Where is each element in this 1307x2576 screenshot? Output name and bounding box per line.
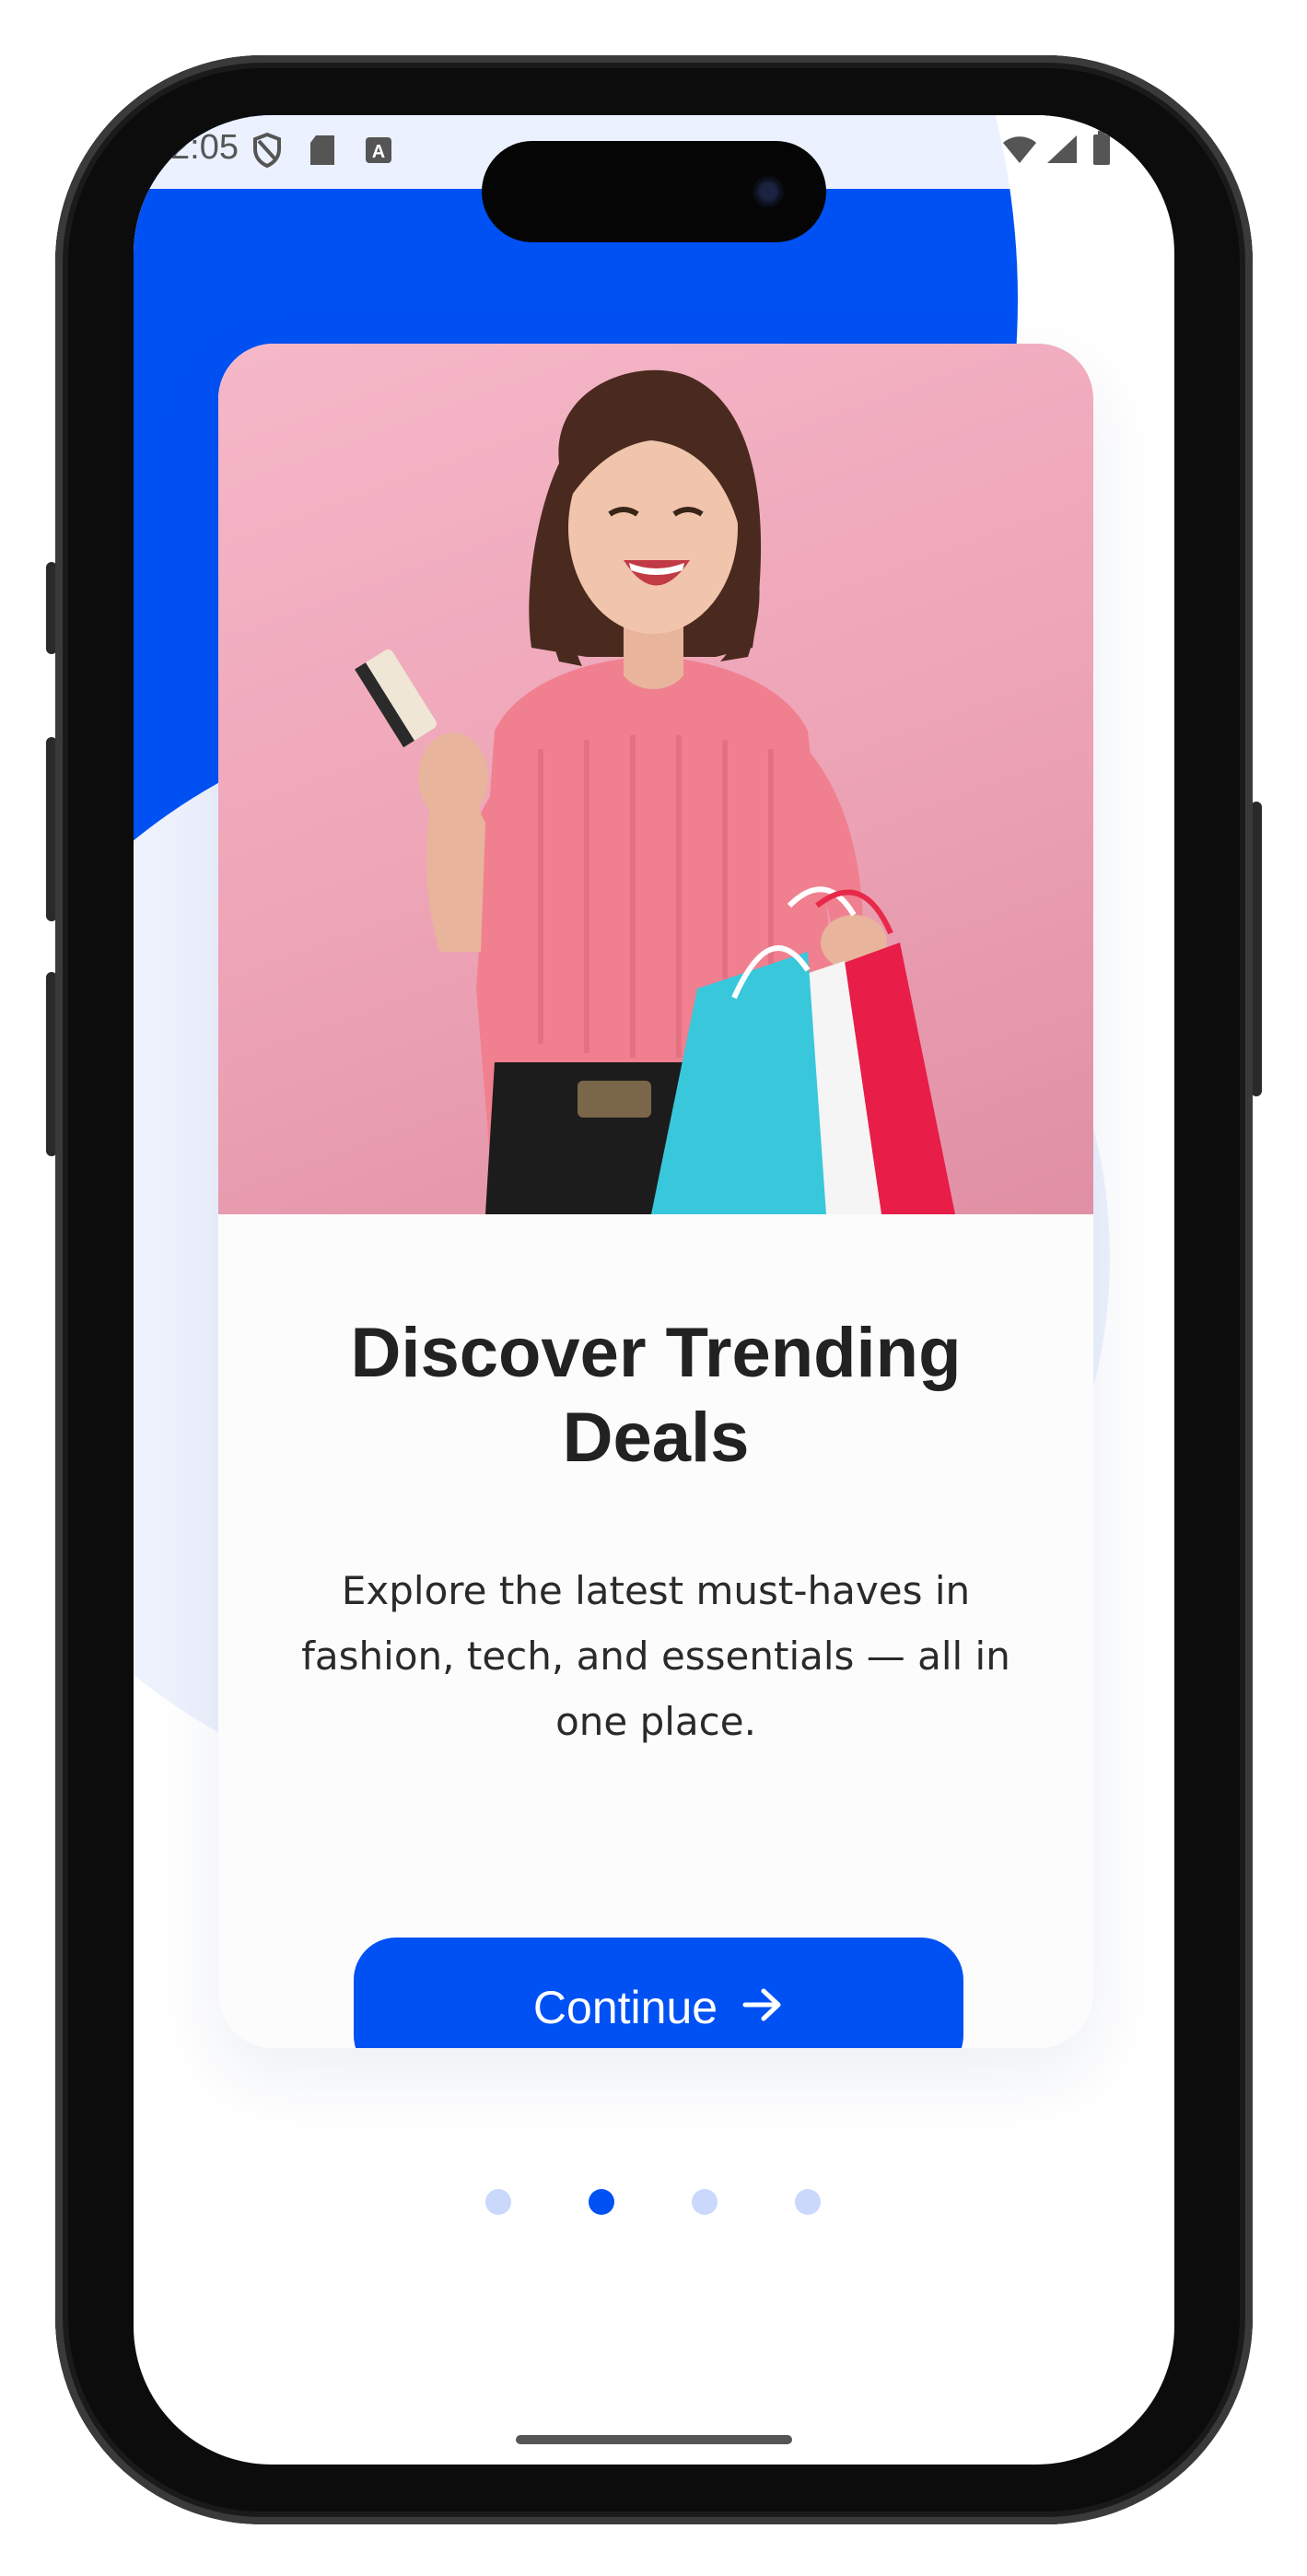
wifi-icon	[1001, 134, 1038, 169]
device-mockup: 2:05 A Discover Trending Deals Explore t…	[0, 0, 1307, 2576]
signal-icon	[1045, 134, 1079, 169]
sd-card-icon	[309, 134, 336, 170]
continue-button[interactable]: Continue	[354, 1938, 963, 2048]
arrow-right-icon	[741, 1981, 784, 2034]
page-dot-1[interactable]	[485, 2189, 511, 2215]
page-dot-4[interactable]	[795, 2189, 821, 2215]
page-dot-3[interactable]	[692, 2189, 718, 2215]
dynamic-island	[482, 141, 826, 242]
home-indicator[interactable]	[516, 2435, 792, 2444]
status-time: 2:05	[170, 128, 239, 167]
app-screen: 2:05 A Discover Trending Deals Explore t…	[134, 115, 1174, 2465]
page-indicator	[485, 2184, 854, 2220]
battery-icon	[1091, 130, 1112, 170]
hero-image	[218, 344, 1093, 1214]
page-description: Explore the latest must-haves in fashion…	[301, 1568, 1010, 1744]
shield-icon	[251, 132, 283, 172]
svg-text:A: A	[372, 142, 385, 162]
page-dot-2-active[interactable]	[589, 2189, 614, 2215]
page-title: Discover Trending Deals	[350, 1314, 962, 1477]
camera-lens	[753, 176, 784, 207]
continue-button-label: Continue	[532, 1982, 718, 2033]
shopper-illustration	[355, 369, 955, 1214]
onboarding-card: Discover Trending Deals Explore the late…	[218, 344, 1093, 2048]
text-a-icon: A	[364, 135, 393, 169]
